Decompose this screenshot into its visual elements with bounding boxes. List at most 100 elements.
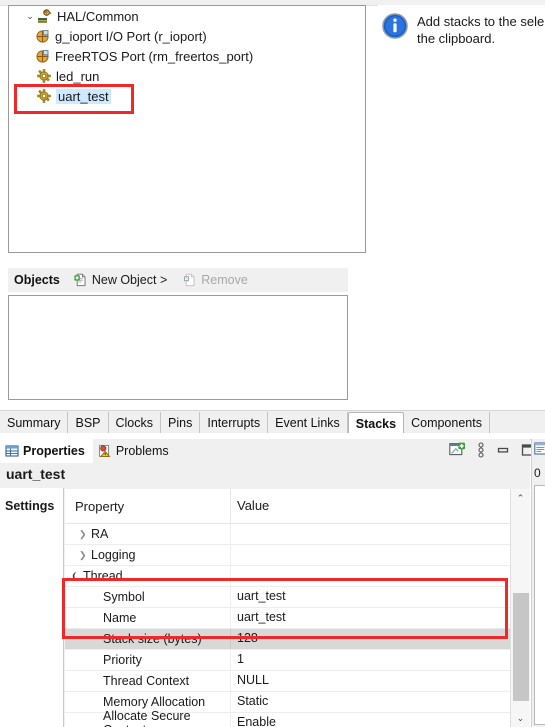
- chevron-right-icon[interactable]: ❯: [79, 529, 91, 540]
- value-cell[interactable]: [230, 545, 510, 565]
- property-cell: Thread Context: [103, 674, 190, 688]
- tab-properties[interactable]: Properties: [0, 439, 93, 463]
- table-row[interactable]: Allocate Secure Context Enable: [65, 709, 510, 727]
- properties-title: uart_test: [6, 466, 66, 482]
- tab-pins[interactable]: Pins: [161, 412, 201, 435]
- remove-object-button[interactable]: Remove: [183, 273, 248, 287]
- value-cell[interactable]: uart_test: [230, 587, 510, 607]
- tab-settings[interactable]: Settings: [0, 499, 63, 513]
- property-cell: Symbol: [103, 590, 145, 604]
- tree-item-led-run[interactable]: led_run: [9, 66, 365, 86]
- column-header-value: Value: [230, 489, 510, 523]
- tree-item-label: FreeRTOS Port (rm_freertos_port): [55, 48, 254, 64]
- settings-tab-column: Settings: [0, 488, 64, 727]
- tree-item-uart-test[interactable]: uart_test: [9, 86, 365, 106]
- stacks-tree-panel[interactable]: ⌄ HAL/Common g_ioport I/O Port (r_ioport…: [8, 5, 366, 253]
- property-cell: Priority: [103, 653, 142, 667]
- properties-table-scrollbar[interactable]: ⌃ ⌄: [510, 489, 530, 727]
- column-header-property: Property: [75, 498, 125, 514]
- table-row[interactable]: ❨ Thread: [65, 566, 510, 587]
- value-cell[interactable]: NULL: [230, 671, 510, 691]
- tree-item-freertos-port[interactable]: FreeRTOS Port (rm_freertos_port): [9, 46, 365, 66]
- table-row[interactable]: Priority 1: [65, 650, 510, 671]
- table-row[interactable]: Thread Context NULL: [65, 671, 510, 692]
- remove-object-icon: [183, 273, 197, 287]
- chevron-down-icon[interactable]: ❨: [71, 571, 83, 582]
- info-line-1: Add stacks to the sele: [417, 14, 545, 29]
- chevron-down-icon[interactable]: ⌄: [23, 9, 37, 23]
- configuration-tabbar: Summary BSP Clocks Pins Interrupts Event…: [0, 410, 545, 435]
- edge-view-body[interactable]: [534, 485, 545, 725]
- info-panel: Add stacks to the sele the clipboard.: [378, 5, 545, 253]
- screen-root: ⌄ HAL/Common g_ioport I/O Port (r_ioport…: [0, 0, 545, 727]
- property-label: RA: [91, 527, 109, 541]
- edge-view-panel[interactable]: 0: [531, 439, 545, 727]
- view-menu-icon[interactable]: [477, 442, 485, 458]
- value-cell[interactable]: [230, 566, 510, 586]
- thread-gear-icon: [37, 89, 51, 103]
- property-cell: ❯ RA: [65, 524, 230, 544]
- new-object-icon: [74, 273, 88, 287]
- module-icon: [35, 49, 50, 64]
- value-cell[interactable]: 128: [230, 629, 510, 649]
- info-line-2: the clipboard.: [417, 31, 496, 46]
- hal-common-icon: [37, 8, 52, 24]
- property-cell: Stack size (bytes): [103, 632, 202, 646]
- tab-bsp[interactable]: BSP: [68, 412, 109, 435]
- module-icon: [35, 29, 50, 44]
- table-row[interactable]: Name uart_test: [65, 608, 510, 629]
- info-icon: [382, 13, 408, 47]
- properties-view-toolbar: [449, 442, 535, 458]
- scroll-down-arrow-icon[interactable]: ⌄: [511, 709, 530, 727]
- tree-item-label: led_run: [56, 68, 100, 84]
- property-cell: ❯ Logging: [65, 545, 230, 565]
- tab-interrupts[interactable]: Interrupts: [200, 412, 269, 435]
- value-cell[interactable]: Enable: [230, 713, 510, 727]
- problems-icon: [98, 444, 112, 458]
- table-row[interactable]: ❯ Logging: [65, 545, 510, 566]
- property-cell: Name: [103, 611, 137, 625]
- value-cell[interactable]: 1: [230, 650, 510, 670]
- tab-problems[interactable]: Problems: [93, 439, 177, 463]
- new-object-button[interactable]: New Object >: [74, 273, 167, 287]
- tab-problems-label: Problems: [115, 444, 169, 458]
- tree-item-g-ioport[interactable]: g_ioport I/O Port (r_ioport): [9, 26, 365, 46]
- tab-properties-label: Properties: [23, 444, 85, 458]
- chevron-right-icon[interactable]: ❯: [79, 550, 91, 561]
- value-cell[interactable]: [230, 524, 510, 544]
- tree-item-label: HAL/Common: [57, 8, 139, 24]
- properties-icon: [5, 444, 19, 458]
- objects-list[interactable]: [8, 295, 348, 400]
- table-row[interactable]: Stack size (bytes) 128: [65, 629, 510, 650]
- scrollbar-thumb[interactable]: [513, 593, 529, 701]
- tab-stacks[interactable]: Stacks: [347, 412, 405, 435]
- tab-components[interactable]: Components: [404, 412, 490, 435]
- property-cell: Allocate Secure Context: [103, 709, 191, 727]
- edge-count: 0: [534, 466, 541, 480]
- new-properties-view-icon[interactable]: [449, 442, 466, 458]
- new-object-label: New Object >: [91, 273, 168, 287]
- tree-item-label: g_ioport I/O Port (r_ioport): [55, 28, 207, 44]
- property-label: Thread: [83, 569, 123, 583]
- tree-item-label: uart_test: [56, 88, 111, 104]
- info-message: Add stacks to the sele the clipboard.: [417, 13, 545, 47]
- property-label: Logging: [91, 548, 136, 562]
- thread-gear-icon: [37, 69, 51, 83]
- table-row[interactable]: ❯ RA: [65, 524, 510, 545]
- table-header-row: Property Value: [65, 489, 510, 524]
- property-cell: ❨ Thread: [65, 566, 230, 586]
- value-cell[interactable]: uart_test: [230, 608, 510, 628]
- value-cell[interactable]: Static: [230, 692, 510, 712]
- properties-table[interactable]: Property Value ❯ RA ❯ Logging ❨ Thread S…: [65, 489, 510, 727]
- scroll-up-arrow-icon[interactable]: ⌃: [511, 489, 530, 507]
- objects-header: Objects New Object > Remove: [8, 268, 348, 292]
- tab-clocks[interactable]: Clocks: [108, 412, 162, 435]
- tab-event-links[interactable]: Event Links: [268, 412, 348, 435]
- minimize-icon[interactable]: [496, 443, 510, 457]
- table-row[interactable]: Symbol uart_test: [65, 587, 510, 608]
- remove-object-label: Remove: [201, 273, 248, 287]
- objects-title: Objects: [14, 273, 60, 287]
- tree-item-hal-common[interactable]: ⌄ HAL/Common: [9, 6, 365, 26]
- tab-summary[interactable]: Summary: [0, 412, 69, 435]
- console-icon: [534, 442, 545, 462]
